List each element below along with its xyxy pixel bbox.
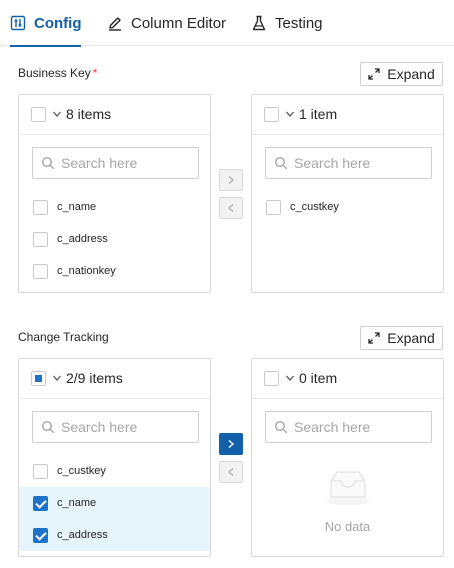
change-tracking-source-panel: 2/9 items c_custkey c_name c_address: [18, 358, 211, 557]
tab-config[interactable]: Config: [10, 0, 82, 47]
search-icon: [41, 156, 55, 170]
business-key-target-panel: 1 item c_custkey: [251, 94, 444, 293]
panel-header: 8 items: [19, 95, 210, 135]
chevron-down-icon[interactable]: [52, 109, 62, 119]
panel-header: 1 item: [252, 95, 443, 135]
item-checkbox[interactable]: [266, 199, 281, 215]
chevron-down-icon[interactable]: [285, 373, 295, 383]
pencil-icon: [109, 17, 121, 31]
change-tracking-target-panel: 0 item No data: [251, 358, 444, 557]
tab-testing-label: Testing: [275, 14, 323, 32]
select-all-checkbox[interactable]: [264, 107, 279, 122]
item-checkbox[interactable]: [33, 231, 48, 247]
panel-header: 2/9 items: [19, 359, 210, 399]
move-right-button[interactable]: [219, 433, 243, 455]
item-count: 0 item: [299, 370, 338, 386]
flask-icon: [252, 15, 266, 31]
item-count: 1 item: [299, 106, 338, 122]
search-input[interactable]: [294, 419, 424, 435]
item-label: c_nationkey: [57, 265, 116, 277]
list-item[interactable]: c_custkey: [252, 191, 443, 223]
change-tracking-expand-button[interactable]: Expand: [360, 326, 443, 350]
tab-column-editor-label: Column Editor: [131, 14, 227, 32]
sliders-icon: [10, 15, 26, 31]
inbox-icon: [325, 471, 370, 505]
select-all-checkbox[interactable]: [264, 371, 279, 386]
search-icon: [274, 156, 288, 170]
required-mark: *: [92, 66, 98, 80]
search-box: [265, 411, 432, 443]
search-input[interactable]: [294, 155, 424, 171]
list-item[interactable]: c_name: [19, 191, 210, 223]
item-count: 8 items: [66, 106, 112, 122]
item-checkbox[interactable]: [33, 263, 48, 279]
search-icon: [41, 420, 55, 434]
item-label: c_address: [57, 233, 108, 245]
list-item[interactable]: c_custkey: [19, 455, 210, 487]
move-left-button[interactable]: [219, 461, 243, 483]
panel-header: 0 item: [252, 359, 443, 399]
item-checkbox[interactable]: [33, 463, 48, 479]
search-icon: [274, 420, 288, 434]
tab-column-editor[interactable]: Column Editor: [107, 0, 226, 46]
search-box: [265, 147, 432, 179]
tab-testing[interactable]: Testing: [251, 0, 323, 46]
item-checkbox-checked[interactable]: [33, 495, 48, 511]
list-item[interactable]: c_nationkey: [19, 255, 210, 287]
empty-text: No data: [324, 519, 371, 534]
search-box: [32, 147, 199, 179]
expand-icon: [368, 332, 380, 344]
chevron-down-icon[interactable]: [285, 109, 295, 119]
chevron-right-icon: [228, 439, 235, 449]
item-label: c_custkey: [57, 465, 106, 477]
item-label: c_custkey: [290, 201, 339, 213]
change-tracking-label: Change Tracking: [18, 330, 109, 344]
search-input[interactable]: [61, 419, 191, 435]
select-all-checkbox[interactable]: [31, 371, 46, 386]
list-item-selected[interactable]: c_name: [19, 487, 210, 519]
item-label: c_name: [57, 201, 97, 213]
expand-icon: [368, 68, 380, 80]
move-right-button[interactable]: [219, 169, 243, 191]
item-label: c_address: [57, 529, 108, 541]
chevron-right-icon: [228, 176, 234, 184]
item-checkbox[interactable]: [33, 199, 48, 215]
move-left-button[interactable]: [219, 197, 243, 219]
expand-label: Expand: [387, 66, 435, 82]
item-count: 2/9 items: [66, 370, 123, 386]
expand-label: Expand: [387, 330, 435, 346]
select-all-checkbox[interactable]: [31, 107, 46, 122]
business-key-expand-button[interactable]: Expand: [360, 62, 443, 86]
tab-config-label: Config: [34, 14, 82, 32]
empty-state: [252, 467, 443, 512]
business-key-source-panel: 8 items c_name c_address c_nationkey: [18, 94, 211, 293]
list-item-selected[interactable]: c_address: [19, 519, 210, 551]
item-label: c_name: [57, 497, 97, 509]
tab-bar: Config Column Editor Testing: [0, 0, 454, 47]
search-input[interactable]: [61, 155, 191, 171]
item-checkbox-checked[interactable]: [33, 527, 48, 543]
chevron-left-icon: [228, 468, 234, 476]
list-item[interactable]: c_address: [19, 223, 210, 255]
business-key-label: Business Key *: [18, 66, 98, 80]
chevron-left-icon: [228, 204, 234, 212]
search-box: [32, 411, 199, 443]
chevron-down-icon[interactable]: [52, 373, 62, 383]
